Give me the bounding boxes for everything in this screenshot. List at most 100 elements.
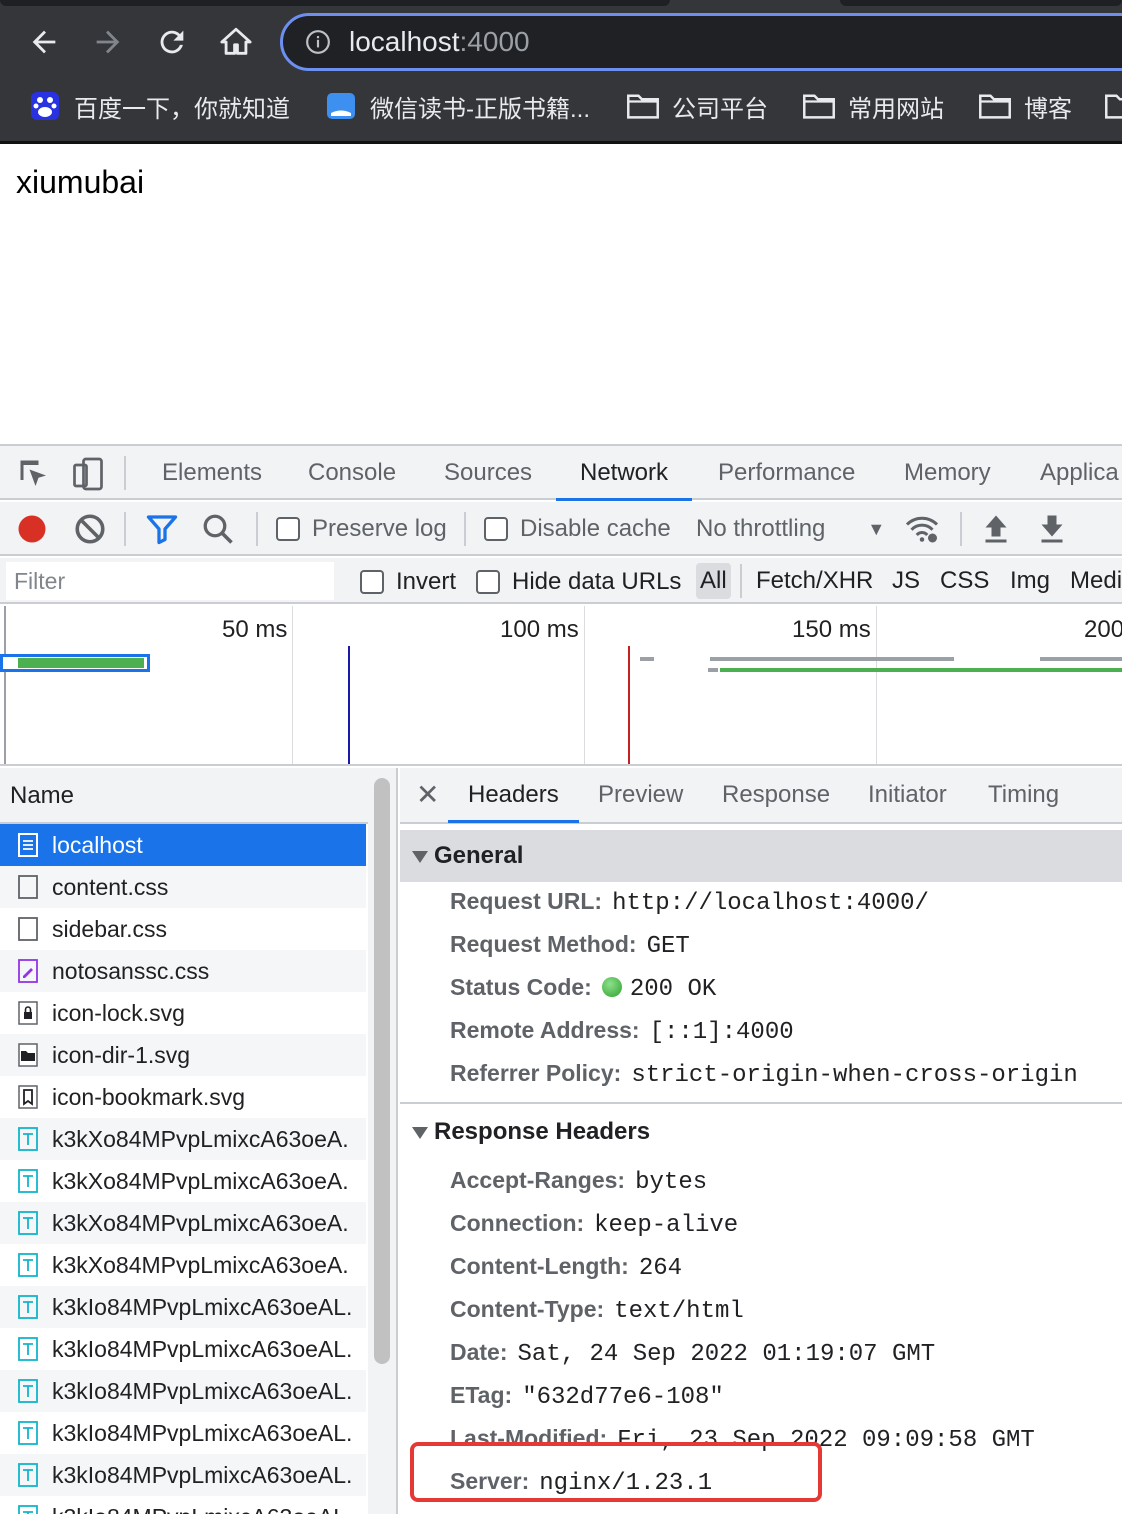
filter-type-media[interactable]: Medi: [1066, 563, 1122, 599]
close-icon[interactable]: ✕: [416, 778, 439, 811]
address-url: localhost:4000: [349, 26, 530, 58]
request-row[interactable]: content.css: [0, 866, 366, 908]
header-key: ETag:: [450, 1382, 513, 1408]
throttling-select[interactable]: No throttling ▼: [696, 515, 885, 543]
request-row[interactable]: k3kIo84MPvpLmixcA63oeAL.: [0, 1496, 366, 1514]
filter-type-img[interactable]: Img: [1006, 563, 1054, 599]
tab-strip-edge: [0, 0, 670, 6]
network-conditions-icon[interactable]: [904, 511, 940, 547]
preserve-log-checkbox[interactable]: Preserve log: [276, 515, 447, 543]
font-icon: [18, 1211, 38, 1235]
inspect-element-icon[interactable]: [16, 456, 52, 492]
request-list: Name localhost content.css sidebar.css n…: [0, 768, 398, 1514]
tab-sources[interactable]: Sources: [444, 446, 532, 500]
request-row[interactable]: k3kXo84MPvpLmixcA63oeA.: [0, 1160, 366, 1202]
back-button[interactable]: [22, 20, 66, 64]
checkbox-box[interactable]: [360, 570, 384, 594]
timeline-gridline: [292, 606, 293, 764]
reload-button[interactable]: [150, 20, 194, 64]
tab-response[interactable]: Response: [722, 768, 830, 822]
request-row[interactable]: notosanssc.css: [0, 950, 366, 992]
tab-console[interactable]: Console: [308, 446, 396, 500]
request-row[interactable]: k3kIo84MPvpLmixcA63oeAL.: [0, 1328, 366, 1370]
throttling-label: No throttling: [696, 515, 826, 542]
request-row[interactable]: k3kXo84MPvpLmixcA63oeA.: [0, 1244, 366, 1286]
import-har-icon[interactable]: [978, 511, 1014, 547]
request-row[interactable]: k3kXo84MPvpLmixcA63oeA.: [0, 1202, 366, 1244]
bookmark-weread[interactable]: 微信读书-正版书籍...: [324, 82, 590, 130]
filter-type-all[interactable]: All: [696, 563, 731, 599]
document-icon: [18, 833, 38, 857]
tab-strip-edge: [840, 0, 1122, 6]
tab-network[interactable]: Network: [555, 446, 693, 501]
checkbox-box[interactable]: [276, 517, 300, 541]
forward-button[interactable]: [86, 20, 130, 64]
scrollbar-thumb[interactable]: [374, 778, 390, 1364]
tab-performance[interactable]: Performance: [718, 446, 855, 500]
filter-type-css[interactable]: CSS: [936, 563, 993, 599]
clear-icon[interactable]: [72, 511, 108, 547]
filter-type-js[interactable]: JS: [888, 563, 924, 599]
header-row: Content-Type: text/html: [450, 1288, 744, 1331]
hide-data-urls-checkbox[interactable]: Hide data URLs: [476, 568, 681, 596]
preserve-log-label: Preserve log: [312, 515, 447, 542]
checkbox-box[interactable]: [484, 517, 508, 541]
disable-cache-checkbox[interactable]: Disable cache: [484, 515, 671, 543]
search-icon[interactable]: [200, 511, 236, 547]
header-row: ETag: "632d77e6-108": [450, 1374, 724, 1417]
header-key: Status Code:: [450, 974, 592, 1000]
filter-input[interactable]: [6, 562, 334, 600]
stylesheet-icon: [18, 917, 38, 941]
font-icon: [18, 1505, 38, 1514]
header-key: Content-Type:: [450, 1296, 605, 1322]
tab-preview[interactable]: Preview: [598, 768, 683, 822]
request-row[interactable]: localhost: [0, 824, 366, 866]
bookmark-label: 常用网站: [848, 95, 944, 123]
info-icon[interactable]: [305, 29, 331, 55]
dom-content-loaded-marker: [348, 646, 350, 764]
export-har-icon[interactable]: [1034, 511, 1070, 547]
checkbox-box[interactable]: [476, 570, 500, 594]
load-event-marker: [628, 646, 630, 764]
tab-initiator[interactable]: Initiator: [868, 768, 947, 822]
device-toolbar-icon[interactable]: [70, 456, 106, 492]
request-row[interactable]: icon-lock.svg: [0, 992, 366, 1034]
header-value: keep-alive: [594, 1212, 739, 1239]
tab-memory[interactable]: Memory: [904, 446, 991, 500]
header-row: Connection: keep-alive: [450, 1202, 738, 1245]
address-bar[interactable]: localhost:4000: [280, 13, 1122, 71]
header-value: "632d77e6-108": [522, 1384, 724, 1411]
request-row[interactable]: k3kIo84MPvpLmixcA63oeAL.: [0, 1412, 366, 1454]
network-overview-timeline[interactable]: 50 ms 100 ms 150 ms 200: [0, 606, 1122, 766]
request-details: ✕ Headers Preview Response Initiator Tim…: [400, 768, 1122, 1514]
invert-checkbox[interactable]: Invert: [360, 568, 456, 596]
toolbar-separator: [124, 512, 126, 546]
tab-elements[interactable]: Elements: [162, 446, 262, 500]
timeline-gridline: [876, 606, 877, 764]
bookmark-folder-overflow[interactable]: [1104, 82, 1122, 130]
record-icon[interactable]: [14, 511, 50, 547]
bookmark-baidu[interactable]: 百度一下，你就知道: [28, 82, 290, 130]
section-response-headers-header[interactable]: Response Headers: [400, 1106, 1122, 1158]
request-row[interactable]: k3kIo84MPvpLmixcA63oeAL.: [0, 1370, 366, 1412]
section-general-header[interactable]: General: [400, 830, 1122, 882]
details-tab-bar: ✕ Headers Preview Response Initiator Tim…: [400, 768, 1122, 824]
tab-headers[interactable]: Headers: [448, 768, 579, 823]
filter-type-fetch-xhr[interactable]: Fetch/XHR: [752, 563, 877, 599]
section-title: General: [434, 842, 524, 869]
request-row[interactable]: k3kXo84MPvpLmixcA63oeA.: [0, 1118, 366, 1160]
bookmark-folder-common[interactable]: 常用网站: [802, 82, 944, 130]
bookmark-folder-blog[interactable]: 博客: [978, 82, 1072, 130]
home-button[interactable]: [214, 20, 258, 64]
tab-application[interactable]: Applica: [1040, 446, 1119, 500]
filter-icon[interactable]: [144, 511, 180, 547]
request-row[interactable]: icon-bookmark.svg: [0, 1076, 366, 1118]
column-header-name[interactable]: Name: [0, 768, 368, 824]
request-row[interactable]: k3kIo84MPvpLmixcA63oeAL.: [0, 1454, 366, 1496]
stylesheet-purple-icon: [18, 959, 38, 983]
tab-timing[interactable]: Timing: [988, 768, 1059, 822]
bookmark-folder-company[interactable]: 公司平台: [626, 82, 768, 130]
request-row[interactable]: icon-dir-1.svg: [0, 1034, 366, 1076]
request-row[interactable]: k3kIo84MPvpLmixcA63oeAL.: [0, 1286, 366, 1328]
request-row[interactable]: sidebar.css: [0, 908, 366, 950]
